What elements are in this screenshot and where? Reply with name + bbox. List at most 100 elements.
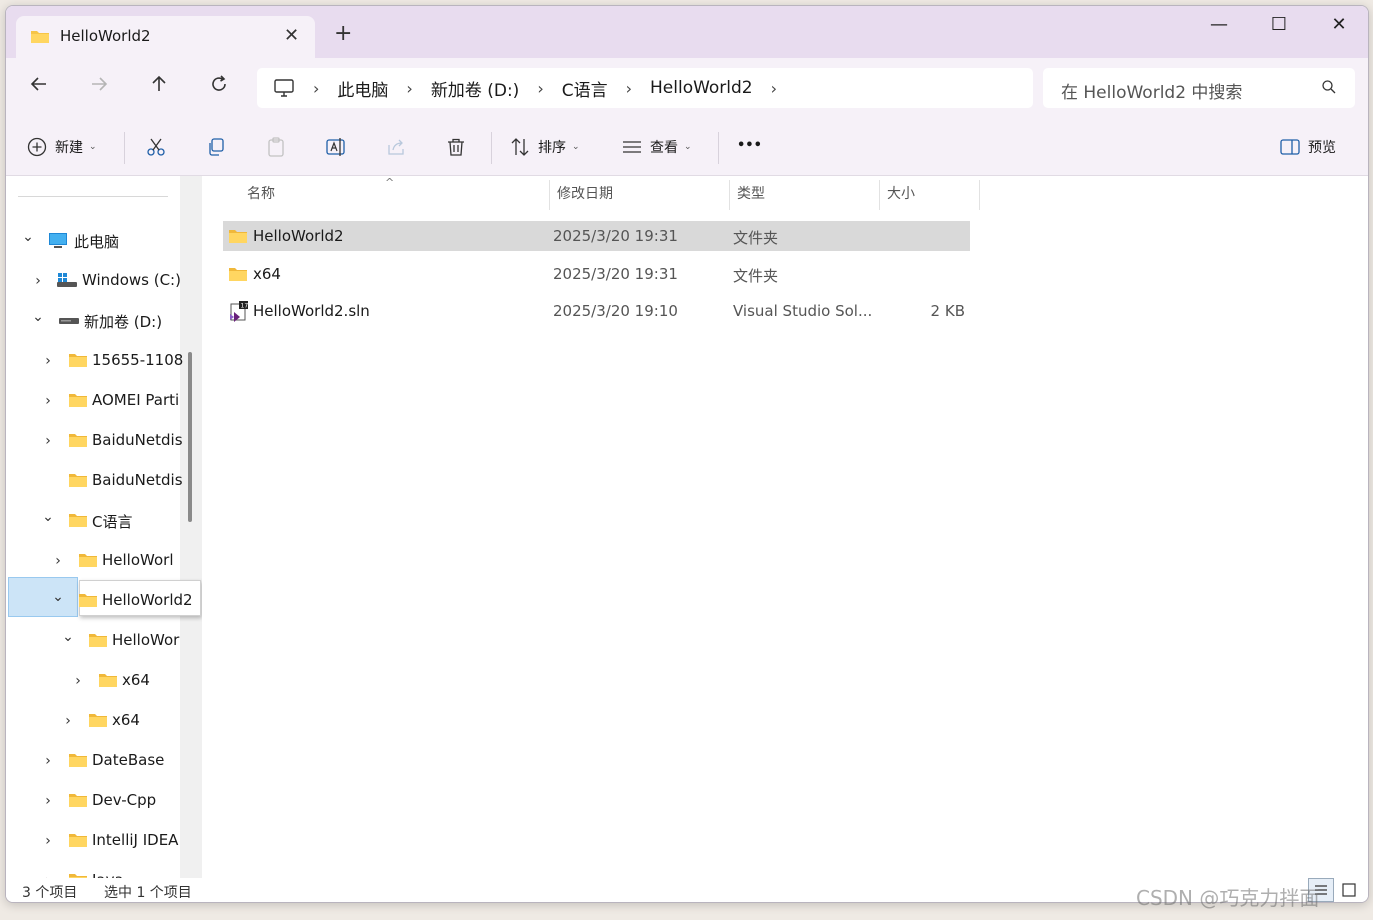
view-label: 查看 — [650, 140, 678, 156]
breadcrumb-drive-d[interactable]: 新加卷 (D:) — [431, 76, 520, 101]
chevron-down-icon[interactable]: ⌄ — [30, 309, 46, 325]
forward-button[interactable] — [84, 74, 114, 101]
nav-item[interactable]: › Dev-Cpp — [6, 785, 180, 817]
chevron-right-icon[interactable]: › — [70, 673, 86, 689]
file-row[interactable]: HelloWorld2 2025/3/20 19:31 文件夹 — [223, 221, 970, 251]
share-button[interactable] — [386, 137, 406, 157]
sort-button[interactable]: 排序 ⌄ — [510, 137, 580, 157]
chevron-right-icon[interactable]: › — [40, 793, 56, 809]
nav-item[interactable]: › DateBase — [6, 745, 180, 777]
preview-label: 预览 — [1308, 140, 1336, 156]
nav-item-label: x64 — [122, 671, 150, 689]
maximize-button[interactable]: ☐ — [1259, 14, 1299, 35]
back-button[interactable] — [24, 74, 54, 101]
tiles-view-icon — [1342, 883, 1356, 897]
chevron-right-icon[interactable]: › — [50, 553, 66, 569]
preview-pane-button[interactable]: 预览 — [1280, 137, 1336, 157]
nav-item[interactable]: › HelloWorl — [6, 545, 180, 577]
chevron-right-icon[interactable]: › — [40, 433, 56, 449]
nav-item[interactable]: BaiduNetdis — [6, 465, 183, 497]
chevron-right-icon[interactable]: › — [30, 273, 46, 289]
breadcrumb-separator[interactable]: › — [626, 79, 632, 98]
nav-item-label: Dev-Cpp — [92, 791, 157, 809]
column-header-modified[interactable]: 修改日期 — [557, 183, 613, 203]
folder-icon — [68, 352, 88, 372]
chevron-right-icon[interactable]: › — [40, 393, 56, 409]
view-button[interactable]: 查看 ⌄ — [622, 137, 692, 157]
more-options-button[interactable]: ••• — [737, 138, 762, 153]
file-row[interactable]: 17 HelloWorld2.sln 2025/3/20 19:10 Visual S… — [223, 296, 970, 326]
new-tab-button[interactable]: + — [334, 23, 352, 45]
breadcrumb-helloworld2[interactable]: HelloWorld2 — [650, 78, 753, 98]
new-button[interactable]: 新建 ⌄ — [27, 137, 97, 157]
sort-icon — [511, 138, 529, 156]
file-list-pane: ^ 名称 修改日期 类型 大小 HelloWorld2 2025/3/20 19:… — [202, 176, 1368, 878]
nav-item[interactable]: › Windows (C:) — [6, 265, 181, 297]
copy-button[interactable] — [206, 137, 226, 157]
nav-item[interactable]: › BaiduNetdis — [6, 425, 182, 457]
folder-icon — [98, 672, 118, 692]
minimize-button[interactable]: — — [1199, 14, 1239, 35]
column-separator[interactable] — [879, 180, 880, 210]
nav-item[interactable]: ⌄ 此电脑 — [6, 225, 180, 257]
delete-button[interactable] — [446, 137, 466, 157]
chevron-right-icon[interactable]: › — [40, 833, 56, 849]
paste-button[interactable] — [266, 137, 286, 157]
file-row[interactable]: x64 2025/3/20 19:31 文件夹 — [223, 259, 970, 289]
chevron-down-icon[interactable]: ⌄ — [20, 229, 36, 245]
column-header-size[interactable]: 大小 — [887, 183, 915, 203]
close-window-button[interactable]: ✕ — [1319, 14, 1359, 35]
nav-item[interactable]: › AOMEI Parti — [6, 385, 180, 417]
tiles-view-button[interactable] — [1336, 878, 1362, 902]
column-header-name[interactable]: 名称 — [247, 183, 275, 203]
column-separator[interactable] — [729, 180, 730, 210]
nav-item-label: BaiduNetdis — [92, 471, 183, 489]
folder-icon — [78, 552, 98, 572]
computer-icon — [273, 78, 295, 98]
folder-icon — [228, 266, 248, 286]
search-box[interactable]: 在 HelloWorld2 中搜索 — [1043, 68, 1355, 108]
chevron-down-icon[interactable]: ⌄ — [40, 509, 56, 525]
nav-item[interactable]: ›Java — [6, 865, 180, 878]
file-size: 2 KB — [930, 302, 965, 320]
folder-icon — [228, 228, 248, 248]
new-label: 新建 — [55, 140, 83, 156]
address-bar[interactable]: › 此电脑 › 新加卷 (D:) › C语言 › HelloWorld2 › — [257, 68, 1033, 108]
breadcrumb-separator[interactable]: › — [771, 79, 777, 98]
column-header-type[interactable]: 类型 — [737, 183, 765, 203]
nav-item[interactable]: › IntelliJ IDEA — [6, 825, 180, 857]
folder-icon — [68, 752, 88, 772]
chevron-right-icon[interactable]: › — [40, 753, 56, 769]
chevron-right-icon[interactable]: › — [40, 353, 56, 369]
column-separator[interactable] — [549, 180, 550, 210]
nav-item[interactable]: ⌄ HelloWorld2 — [6, 585, 192, 617]
cut-button[interactable] — [146, 137, 166, 157]
column-separator[interactable] — [979, 180, 980, 210]
breadcrumb-c-language[interactable]: C语言 — [562, 76, 608, 101]
share-icon — [388, 139, 404, 155]
breadcrumb-separator[interactable]: › — [537, 79, 543, 98]
refresh-button[interactable] — [204, 74, 234, 101]
breadcrumb-this-pc[interactable]: 此电脑 — [337, 76, 388, 101]
chevron-down-icon: ⌄ — [89, 142, 97, 152]
tab-helloworld2[interactable]: HelloWorld2 ✕ — [16, 16, 315, 58]
folder-icon — [30, 28, 50, 48]
nav-item[interactable]: › 15655-1108 — [6, 345, 183, 377]
chevron-down-icon[interactable]: ⌄ — [60, 629, 76, 645]
chevron-down-icon: ⌄ — [684, 142, 692, 152]
nav-scrollbar-thumb[interactable] — [188, 352, 192, 522]
nav-item[interactable]: › x64 — [6, 705, 180, 737]
nav-item[interactable]: › x64 — [6, 665, 180, 697]
close-tab-icon[interactable]: ✕ — [284, 25, 299, 46]
nav-item[interactable]: ⌄ C语言 — [6, 505, 180, 537]
up-button[interactable] — [144, 74, 174, 101]
chevron-down-icon[interactable]: ⌄ — [50, 589, 66, 605]
arrow-left-icon — [30, 77, 46, 91]
this-pc-icon — [48, 232, 68, 254]
breadcrumb-separator[interactable]: › — [406, 79, 412, 98]
rename-button[interactable] — [326, 137, 348, 157]
nav-scrollbar-track[interactable] — [180, 176, 202, 878]
chevron-right-icon[interactable]: › — [60, 713, 76, 729]
nav-item[interactable]: ⌄ 新加卷 (D:) — [6, 305, 180, 337]
nav-item[interactable]: ⌄ HelloWor — [6, 625, 180, 657]
